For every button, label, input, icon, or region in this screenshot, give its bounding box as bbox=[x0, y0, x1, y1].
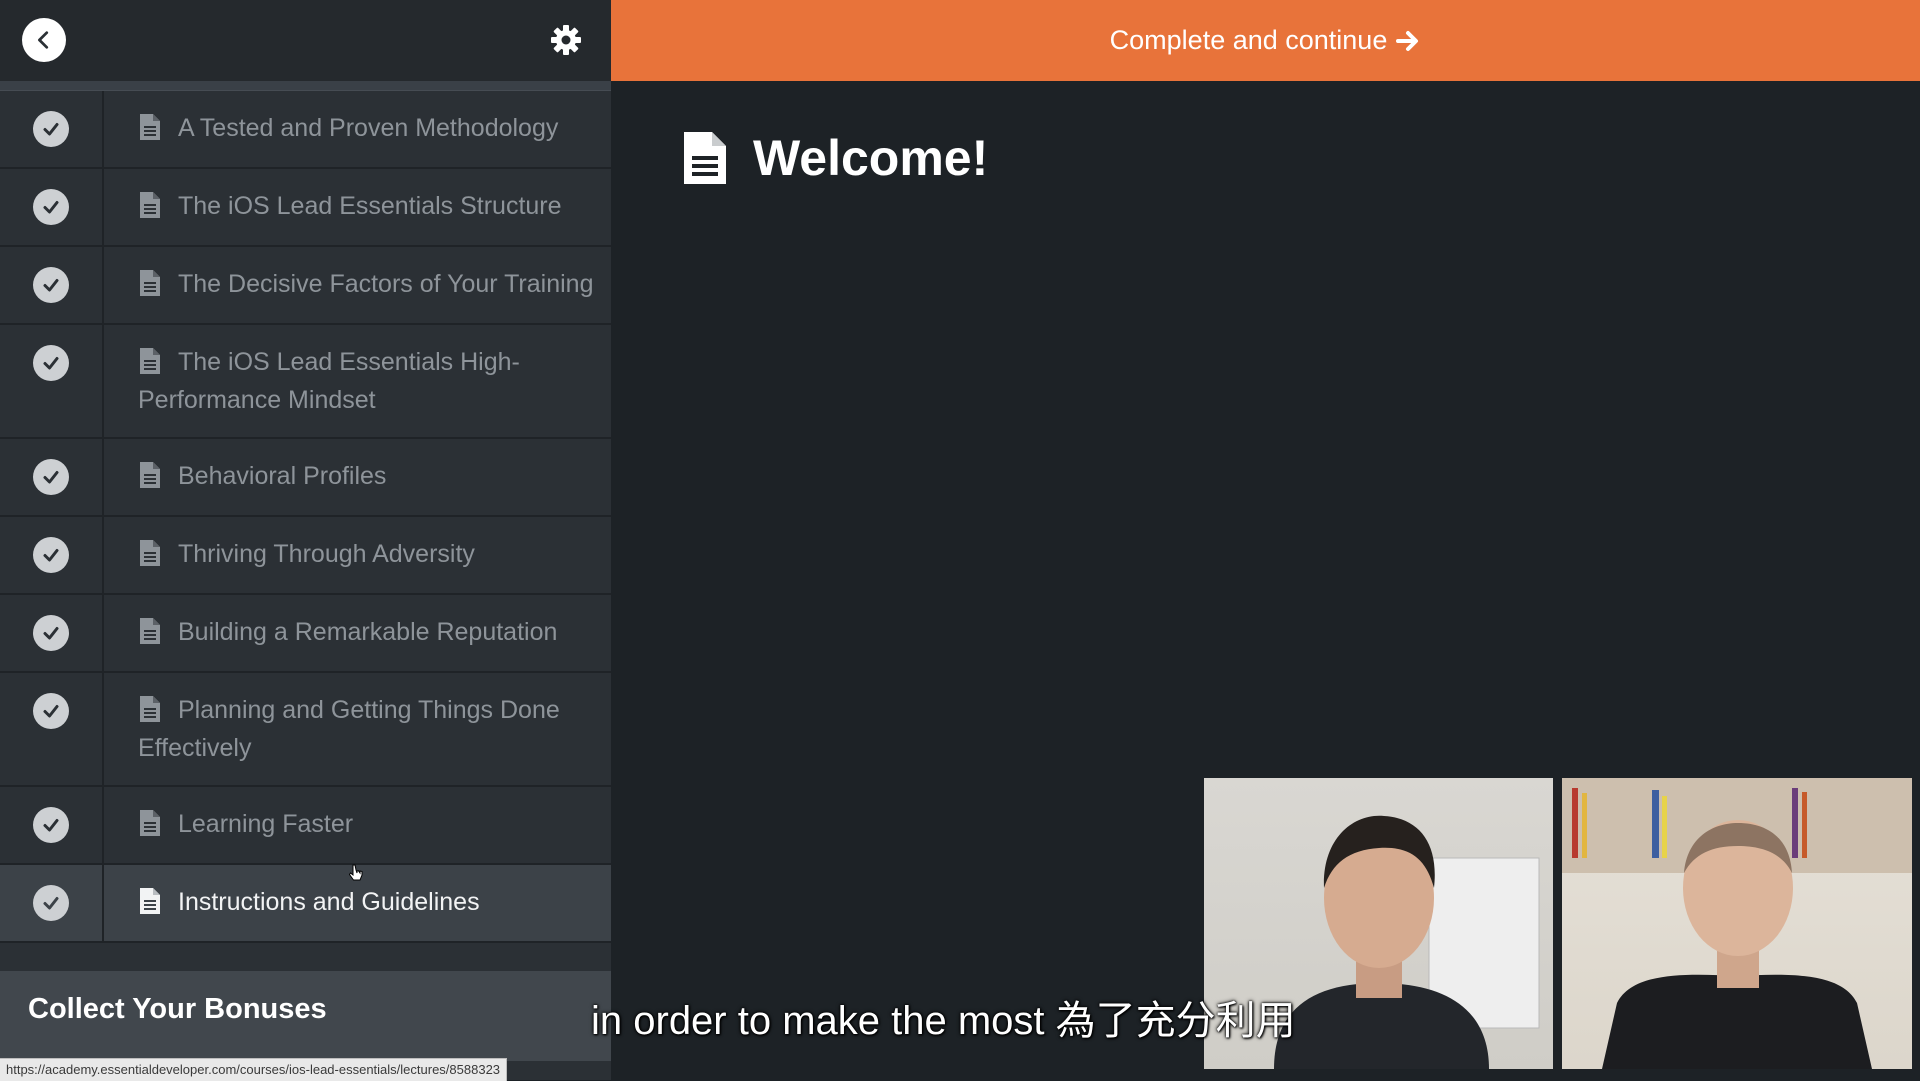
document-icon bbox=[140, 114, 160, 140]
lesson-item[interactable]: Planning and Getting Things Done Effecti… bbox=[0, 673, 611, 787]
lesson-item[interactable]: Behavioral Profiles bbox=[0, 439, 611, 517]
lesson-status bbox=[0, 247, 104, 323]
checkmark-icon bbox=[33, 111, 69, 147]
checkmark-icon bbox=[33, 345, 69, 381]
lesson-status bbox=[0, 865, 104, 941]
sidebar-header bbox=[0, 0, 611, 81]
lesson-item[interactable]: The iOS Lead Essentials Structure bbox=[0, 169, 611, 247]
lecture-header: Welcome! bbox=[681, 129, 988, 187]
lesson-item[interactable]: Building a Remarkable Reputation bbox=[0, 595, 611, 673]
complete-and-continue-button[interactable]: Complete and continue bbox=[611, 0, 1920, 81]
document-icon bbox=[140, 348, 160, 374]
lesson-title-wrap: The iOS Lead Essentials High-Performance… bbox=[104, 325, 611, 437]
document-icon bbox=[140, 888, 160, 914]
lesson-status bbox=[0, 439, 104, 515]
document-icon bbox=[684, 132, 726, 184]
lesson-status bbox=[0, 169, 104, 245]
lesson-title-wrap: A Tested and Proven Methodology bbox=[104, 91, 611, 167]
lesson-title: Learning Faster bbox=[178, 810, 354, 838]
webcam-video-2 bbox=[1562, 778, 1912, 1069]
back-button[interactable] bbox=[22, 18, 66, 62]
document-icon bbox=[140, 810, 160, 836]
status-bar-url: https://academy.essentialdeveloper.com/c… bbox=[0, 1058, 508, 1081]
checkmark-icon bbox=[33, 537, 69, 573]
settings-button[interactable] bbox=[548, 22, 584, 58]
checkmark-icon bbox=[33, 267, 69, 303]
lesson-title: The Decisive Factors of Your Training bbox=[178, 270, 594, 298]
checkmark-icon bbox=[33, 807, 69, 843]
lesson-title-wrap: Learning Faster bbox=[104, 787, 611, 863]
lesson-item[interactable]: The Decisive Factors of Your Training bbox=[0, 247, 611, 325]
lesson-title-wrap: Building a Remarkable Reputation bbox=[104, 595, 611, 671]
lesson-title: Building a Remarkable Reputation bbox=[178, 618, 558, 646]
lesson-title: Thriving Through Adversity bbox=[178, 540, 475, 568]
complete-and-continue-label: Complete and continue bbox=[1109, 25, 1388, 55]
person-icon bbox=[1562, 778, 1912, 1069]
document-icon bbox=[140, 462, 160, 488]
lesson-title-wrap: Behavioral Profiles bbox=[104, 439, 611, 515]
section-title: Collect Your Bonuses bbox=[28, 993, 327, 1025]
lesson-title-wrap: Thriving Through Adversity bbox=[104, 517, 611, 593]
lesson-title: Instructions and Guidelines bbox=[178, 888, 480, 916]
bonus-section-header[interactable]: Collect Your Bonuses bbox=[0, 971, 611, 1061]
chevron-left-icon bbox=[38, 31, 49, 49]
lesson-status bbox=[0, 673, 104, 785]
lesson-list: A Tested and Proven Methodology The iOS … bbox=[0, 91, 611, 943]
gear-icon bbox=[551, 25, 581, 55]
document-icon bbox=[140, 270, 160, 296]
lesson-title-wrap: The Decisive Factors of Your Training bbox=[104, 247, 611, 323]
arrow-right-icon bbox=[1396, 30, 1419, 51]
lesson-item[interactable]: The iOS Lead Essentials High-Performance… bbox=[0, 325, 611, 439]
lesson-item-active[interactable]: Instructions and Guidelines bbox=[0, 865, 611, 943]
lesson-title: Behavioral Profiles bbox=[178, 462, 387, 490]
lesson-title: Planning and Getting Things Done Effecti… bbox=[138, 696, 560, 762]
document-icon bbox=[140, 618, 160, 644]
lesson-status bbox=[0, 91, 104, 167]
lesson-title: The iOS Lead Essentials Structure bbox=[178, 192, 562, 220]
lesson-status bbox=[0, 595, 104, 671]
lecture-title: Welcome! bbox=[753, 130, 989, 186]
lesson-item[interactable]: Learning Faster bbox=[0, 787, 611, 865]
document-icon bbox=[140, 696, 160, 722]
checkmark-icon bbox=[33, 615, 69, 651]
checkmark-icon bbox=[33, 459, 69, 495]
mouse-cursor-icon bbox=[349, 864, 363, 881]
checkmark-icon bbox=[33, 189, 69, 225]
checkmark-icon bbox=[33, 885, 69, 921]
document-icon bbox=[140, 540, 160, 566]
lesson-item[interactable]: A Tested and Proven Methodology bbox=[0, 91, 611, 169]
video-subtitle: in order to make the most 為了充分利用 bbox=[591, 999, 1296, 1043]
course-sidebar: A Tested and Proven Methodology The iOS … bbox=[0, 0, 611, 1080]
sidebar-scroll-edge bbox=[0, 81, 611, 91]
lesson-title-wrap: The iOS Lead Essentials Structure bbox=[104, 169, 611, 245]
lesson-item[interactable]: Thriving Through Adversity bbox=[0, 517, 611, 595]
lesson-title-wrap: Planning and Getting Things Done Effecti… bbox=[104, 673, 611, 785]
lesson-status bbox=[0, 517, 104, 593]
lesson-status bbox=[0, 787, 104, 863]
checkmark-icon bbox=[33, 693, 69, 729]
document-icon bbox=[140, 192, 160, 218]
lesson-title: The iOS Lead Essentials High-Performance… bbox=[138, 348, 520, 414]
lesson-status bbox=[0, 325, 104, 437]
lesson-title: A Tested and Proven Methodology bbox=[178, 114, 559, 142]
